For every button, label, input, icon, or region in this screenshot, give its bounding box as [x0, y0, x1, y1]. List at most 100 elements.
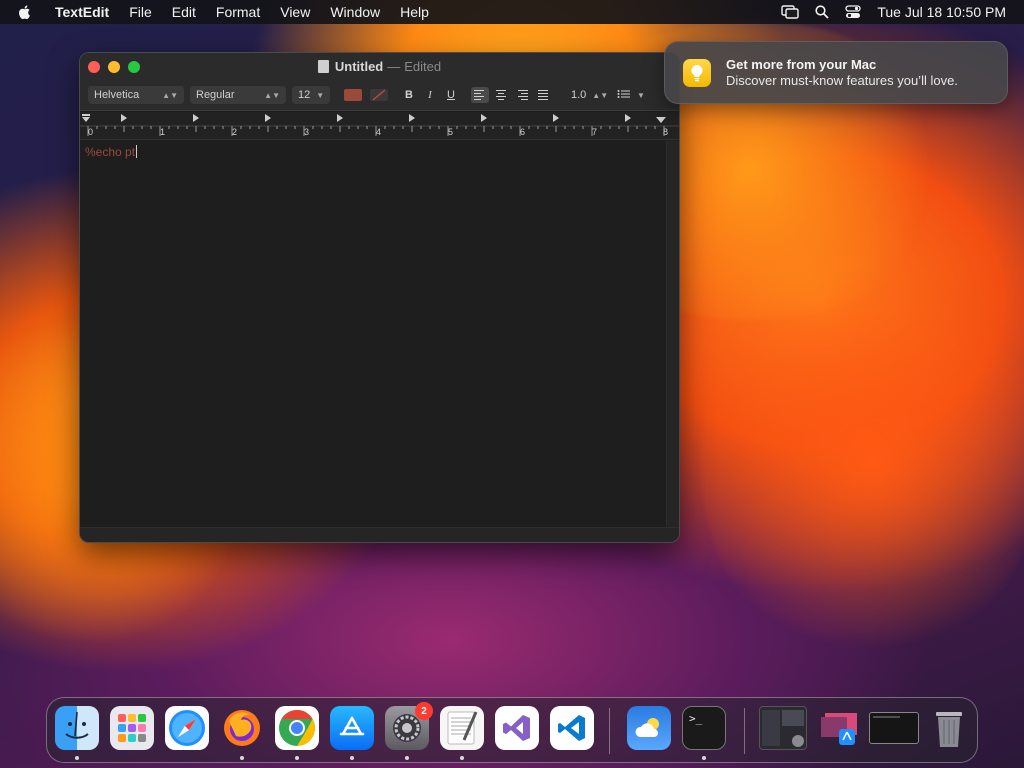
dock-app-store-icon[interactable] [330, 706, 374, 750]
ruler-number: 8 [663, 127, 669, 137]
chevron-down-icon: ▼ [316, 90, 325, 100]
font-family-popup[interactable]: Helvetica ▲▼ [88, 86, 184, 104]
font-style-value: Regular [196, 89, 235, 101]
align-justify-button[interactable] [534, 87, 552, 103]
tab-stop-marker [409, 114, 415, 122]
terminal-prompt-glyph: >_ [689, 712, 703, 725]
dock-minimized-window[interactable] [869, 712, 919, 744]
menu-help[interactable]: Help [400, 4, 429, 20]
spotlight-search-icon[interactable] [815, 5, 829, 19]
notification-badge: 2 [415, 702, 433, 720]
edited-status: Edited [404, 59, 442, 74]
chevron-down-icon: ▼ [637, 90, 645, 100]
ruler-number: 2 [232, 127, 238, 137]
line-spacing-value: 1.0 [571, 89, 587, 101]
bold-button[interactable]: B [400, 89, 418, 101]
dock-running-indicator [75, 756, 79, 760]
first-line-indent-marker [82, 117, 90, 122]
dock-firefox-icon[interactable] [220, 706, 264, 750]
dock-running-indicator [295, 756, 299, 760]
control-center-icon[interactable] [845, 5, 861, 19]
notification-body: Discover must-know features you’ll love. [726, 73, 958, 88]
left-indent-marker [82, 114, 90, 116]
document-text-area[interactable]: %echo pt [80, 141, 668, 528]
menu-app-name[interactable]: TextEdit [55, 4, 109, 20]
dock-running-indicator [702, 756, 706, 760]
ruler-number: 4 [376, 127, 382, 137]
dock-recent-downloads-stack[interactable] [814, 706, 862, 750]
title-separator: — [387, 59, 401, 74]
tab-stop-marker [265, 114, 271, 122]
align-left-button[interactable] [471, 87, 489, 103]
dock-finder-icon[interactable] [55, 706, 99, 750]
right-margin-marker [656, 117, 666, 123]
window-title: Untitled — Edited [80, 59, 679, 74]
dock-chrome-icon[interactable] [275, 706, 319, 750]
align-center-button[interactable] [492, 87, 510, 103]
bullet-list-icon [617, 89, 631, 102]
notification-banner[interactable]: Get more from your Mac Discover must-kno… [664, 41, 1008, 104]
tab-stop-marker [337, 114, 343, 122]
dock-vscode-icon[interactable] [550, 706, 594, 750]
dock-separator [744, 708, 745, 754]
apple-logo-icon[interactable] [17, 4, 37, 20]
font-size-combo[interactable]: 12 ▼ [292, 86, 330, 104]
dock-running-indicator [405, 756, 409, 760]
window-titlebar[interactable]: Untitled — Edited Helvetica ▲▼ Regular ▲… [80, 53, 679, 111]
menu-file[interactable]: File [129, 4, 152, 20]
tab-stop-marker [193, 114, 199, 122]
ruler-number: 6 [520, 127, 526, 137]
vertical-scrollbar[interactable] [666, 141, 679, 528]
dock-weather-icon[interactable] [627, 706, 671, 750]
textedit-window: Untitled — Edited Helvetica ▲▼ Regular ▲… [79, 52, 680, 543]
dock: 2 >_ [46, 697, 978, 763]
dock-running-indicator [460, 756, 464, 760]
updown-chevron-icon: ▲▼ [162, 90, 178, 100]
ruler-number: 7 [592, 127, 598, 137]
menu-window[interactable]: Window [330, 4, 380, 20]
list-style-popup[interactable]: ▼ [611, 86, 645, 104]
italic-button[interactable]: I [421, 89, 439, 101]
highlight-color-well[interactable] [370, 89, 388, 101]
line-spacing-popup[interactable]: 1.0 ▲▼ [565, 86, 608, 104]
dock-recent-window-thumbnail[interactable] [759, 706, 807, 750]
align-right-button[interactable] [513, 87, 531, 103]
font-size-value: 12 [298, 89, 311, 101]
updown-chevron-icon: ▲▼ [264, 90, 280, 100]
dock-trash-icon[interactable] [927, 706, 971, 750]
ruler-number: 3 [304, 127, 310, 137]
updown-chevron-icon: ▲▼ [592, 90, 609, 100]
dock-terminal-icon[interactable]: >_ [682, 706, 726, 750]
menu-edit[interactable]: Edit [172, 4, 196, 20]
notification-title: Get more from your Mac [726, 57, 877, 72]
tab-stop-marker [481, 114, 487, 122]
tab-stop-marker [625, 114, 631, 122]
document-title[interactable]: Untitled [335, 59, 383, 74]
dock-running-indicator [350, 756, 354, 760]
document-text: %echo pt [85, 145, 136, 159]
dock-safari-icon[interactable] [165, 706, 209, 750]
menu-format[interactable]: Format [216, 4, 260, 20]
menu-view[interactable]: View [280, 4, 310, 20]
text-color-well[interactable] [344, 89, 362, 101]
horizontal-scrollbar[interactable] [80, 527, 679, 542]
tab-stop-marker [553, 114, 559, 122]
dock-separator [609, 708, 610, 754]
font-style-popup[interactable]: Regular ▲▼ [190, 86, 286, 104]
screen-mirroring-icon[interactable] [781, 5, 800, 19]
dock-system-settings-icon[interactable]: 2 [385, 702, 433, 750]
text-caret [136, 145, 138, 159]
menubar-clock[interactable]: Tue Jul 18 10:50 PM [877, 4, 1006, 20]
ruler-number: 1 [160, 127, 166, 137]
tips-lightbulb-icon [683, 58, 711, 87]
font-family-value: Helvetica [94, 89, 140, 101]
ruler-number: 5 [448, 127, 454, 137]
document-icon [317, 60, 329, 73]
dock-visual-studio-icon[interactable] [495, 706, 539, 750]
underline-button[interactable]: U [442, 89, 460, 101]
tab-stop-marker [121, 114, 127, 122]
dock-launchpad-icon[interactable] [110, 706, 154, 750]
dock-running-indicator [240, 756, 244, 760]
dock-textedit-icon[interactable] [440, 706, 484, 750]
ruler[interactable]: 0 1 2 3 4 5 6 7 8 [80, 112, 679, 140]
